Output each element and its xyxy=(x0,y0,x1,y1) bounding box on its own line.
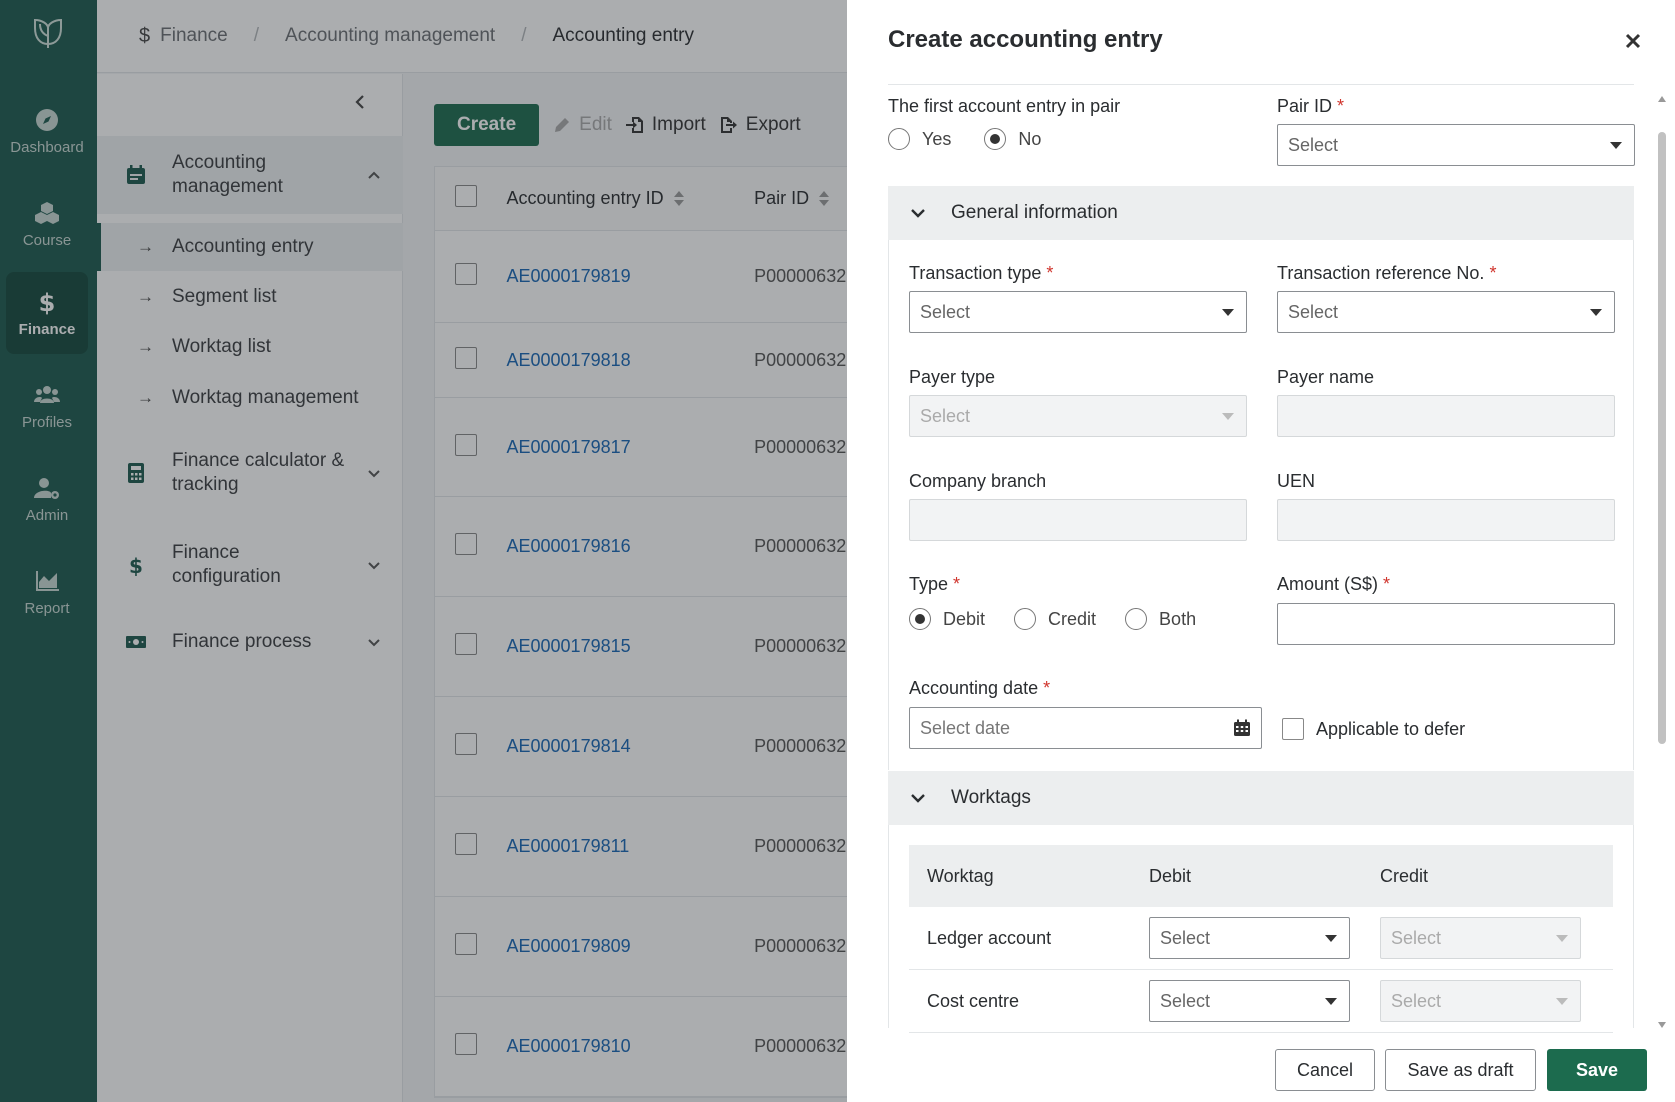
divider xyxy=(888,84,1634,85)
pair-id-select[interactable]: Select xyxy=(1277,124,1635,166)
credit-column-header: Credit xyxy=(1380,865,1429,886)
payer-type-select: Select xyxy=(909,395,1247,437)
type-label: Type * xyxy=(909,574,961,594)
close-icon[interactable] xyxy=(1621,30,1645,54)
payer-name-label: Payer name xyxy=(1277,367,1375,387)
caret-down-icon xyxy=(1222,309,1234,316)
pair-id-label: Pair ID * xyxy=(1277,96,1345,116)
caret-down-icon xyxy=(1590,309,1602,316)
ledger-account-debit-select[interactable]: Select xyxy=(1149,917,1350,959)
applicable-to-defer-checkbox[interactable]: Applicable to defer xyxy=(1282,718,1465,740)
scrollbar-thumb[interactable] xyxy=(1658,132,1666,744)
worktags-section-toggle[interactable]: Worktags xyxy=(888,771,1634,825)
first-entry-yes-radio[interactable]: Yes xyxy=(888,128,951,150)
radio-circle xyxy=(909,608,931,630)
caret-down-icon xyxy=(1325,935,1337,942)
first-entry-radio-group: Yes No xyxy=(888,128,1041,150)
worktag-column-header: Worktag xyxy=(927,865,994,886)
table-row: Ledger account Select Select xyxy=(909,907,1613,970)
type-both-radio[interactable]: Both xyxy=(1125,608,1196,630)
company-branch-label: Company branch xyxy=(909,471,1047,491)
cancel-button[interactable]: Cancel xyxy=(1275,1049,1375,1091)
save-button[interactable]: Save xyxy=(1547,1049,1647,1091)
create-accounting-entry-drawer: Create accounting entry The first accoun… xyxy=(847,0,1675,1102)
payer-name-input xyxy=(1277,395,1615,437)
worktags-table-header: Worktag Debit Credit xyxy=(909,845,1613,907)
caret-down-icon xyxy=(1610,142,1622,149)
radio-circle xyxy=(984,128,1007,150)
first-entry-no-radio[interactable]: No xyxy=(984,128,1041,150)
payer-type-label: Payer type xyxy=(909,367,996,387)
radio-circle xyxy=(1125,608,1148,630)
cost-centre-credit-select: Select xyxy=(1380,980,1581,1022)
amount-input[interactable] xyxy=(1277,603,1615,645)
drawer-title: Create accounting entry xyxy=(888,26,1163,53)
radio-circle xyxy=(1014,608,1037,630)
save-as-draft-button[interactable]: Save as draft xyxy=(1385,1049,1536,1091)
modal-overlay[interactable] xyxy=(0,0,847,1102)
general-information-section-toggle[interactable]: General information xyxy=(888,186,1634,240)
caret-down-icon xyxy=(1556,998,1568,1005)
accounting-date-picker[interactable]: Select date xyxy=(909,707,1262,749)
transaction-reference-label: Transaction reference No. * xyxy=(1277,263,1497,283)
worktags-table: Worktag Debit Credit Ledger account Sele… xyxy=(909,845,1613,1033)
type-debit-radio[interactable]: Debit xyxy=(909,608,985,630)
uen-label: UEN xyxy=(1277,471,1316,491)
checkbox-box xyxy=(1282,718,1304,740)
radio-circle xyxy=(888,128,910,150)
cost-centre-debit-select[interactable]: Select xyxy=(1149,980,1350,1022)
chevron-down-icon xyxy=(911,209,925,218)
caret-down-icon xyxy=(1325,998,1337,1005)
chevron-down-icon xyxy=(911,794,925,803)
worktag-name: Cost centre xyxy=(927,990,1020,1011)
amount-label: Amount (S$) * xyxy=(1277,574,1391,594)
transaction-type-label: Transaction type * xyxy=(909,263,1054,283)
ledger-account-credit-select: Select xyxy=(1380,917,1581,959)
caret-down-icon xyxy=(1556,935,1568,942)
caret-down-icon xyxy=(1222,413,1234,420)
type-credit-radio[interactable]: Credit xyxy=(1014,608,1096,630)
table-row: Cost centre Select Select xyxy=(909,970,1613,1033)
accounting-date-label: Accounting date * xyxy=(909,678,1051,698)
company-branch-input xyxy=(909,499,1247,541)
worktag-name: Ledger account xyxy=(927,927,1052,948)
first-entry-label: The first account entry in pair xyxy=(888,96,1121,116)
transaction-type-select[interactable]: Select xyxy=(909,291,1247,333)
transaction-reference-select[interactable]: Select xyxy=(1277,291,1615,333)
calendar-icon xyxy=(1234,719,1250,736)
debit-column-header: Debit xyxy=(1149,865,1192,886)
uen-input xyxy=(1277,499,1615,541)
type-radio-group: Debit Credit Both xyxy=(909,608,1196,630)
